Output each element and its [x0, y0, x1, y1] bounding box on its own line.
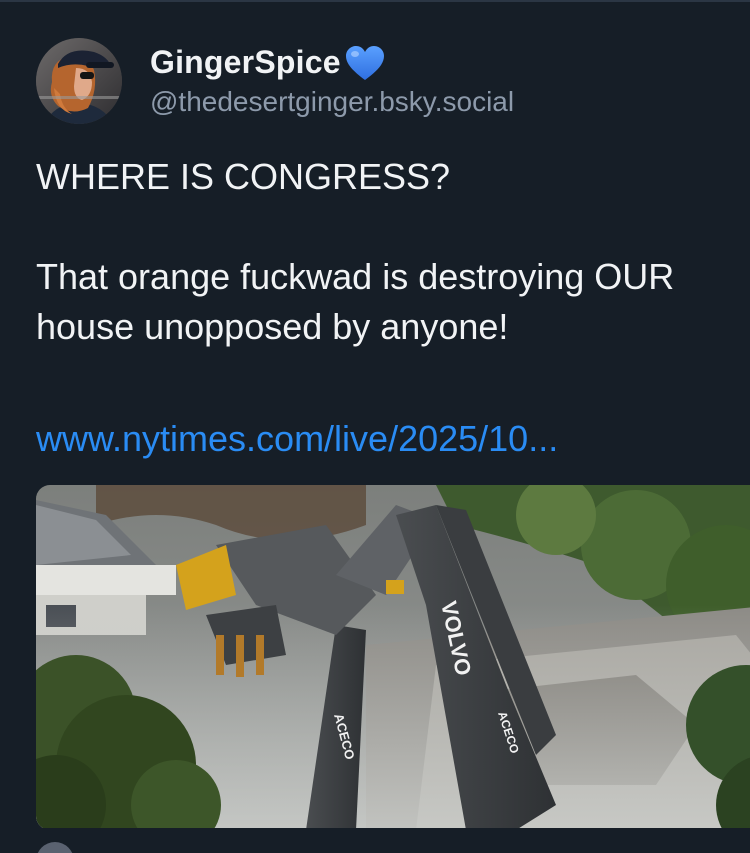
post-text-line: WHERE IS CONGRESS?: [36, 156, 451, 197]
author-name-row[interactable]: GingerSpice: [150, 38, 387, 86]
next-post-peek: [0, 828, 750, 853]
post-screen: GingerSpice @thedesertginger.bsky.social…: [0, 0, 750, 853]
avatar-photo: [36, 38, 122, 124]
post-text-line: That orange fuckwad is destroying OUR ho…: [36, 256, 675, 347]
author-display-name[interactable]: GingerSpice: [150, 44, 341, 81]
demolition-photo: ACECO VOLVO ACECO: [36, 485, 750, 830]
author-handle[interactable]: @thedesertginger.bsky.social: [150, 86, 514, 118]
top-divider: [0, 0, 750, 2]
blue-heart-icon: [345, 46, 384, 80]
embed-image-card[interactable]: ACECO VOLVO ACECO: [36, 485, 750, 830]
post-text: WHERE IS CONGRESS? That orange fuckwad i…: [36, 152, 726, 352]
author-avatar[interactable]: [36, 38, 122, 124]
post-link[interactable]: www.nytimes.com/live/2025/10...: [36, 414, 558, 464]
